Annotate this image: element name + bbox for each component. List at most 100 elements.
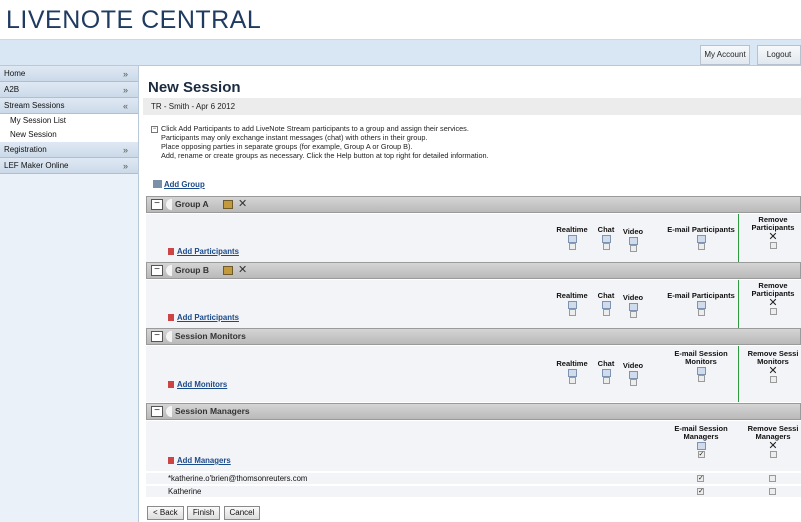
session-managers-header: − Session Managers: [146, 403, 801, 420]
add-participants-link[interactable]: Add Participants: [168, 247, 239, 256]
close-icon: ✕: [768, 440, 778, 452]
table-row: Katherine ✓: [146, 485, 801, 497]
video-checkbox[interactable]: [629, 245, 637, 252]
chat-checkbox[interactable]: [602, 377, 610, 384]
email-checkbox[interactable]: [697, 375, 705, 382]
column-label: Video: [622, 227, 644, 236]
remove-participants-column: Remove Participants ✕: [744, 216, 801, 251]
add-monitors-link[interactable]: Add Monitors: [168, 380, 227, 389]
info-line: Add, rename or create groups as necessar…: [161, 151, 489, 160]
rename-icon[interactable]: [223, 200, 233, 209]
collapse-icon[interactable]: −: [151, 125, 158, 133]
chat-icon: [601, 369, 611, 377]
tab-notch: [166, 265, 172, 276]
chat-column: Chat: [594, 226, 618, 252]
column-label: Managers: [683, 432, 719, 441]
sidebar-item-lef-maker-online[interactable]: LEF Maker Online »: [0, 158, 138, 174]
group-b-body: Realtime Chat Video E-mail Participants …: [146, 280, 801, 328]
column-label: Realtime: [556, 291, 588, 300]
sidebar-item-label: A2B: [4, 85, 20, 94]
document-icon: [567, 369, 577, 377]
chat-icon: [601, 235, 611, 243]
chat-checkbox[interactable]: [602, 309, 610, 316]
sidebar-item-registration[interactable]: Registration »: [0, 142, 138, 158]
chat-checkbox[interactable]: [602, 243, 610, 250]
collapse-icon[interactable]: −: [151, 406, 163, 417]
sidebar-item-label: Stream Sessions: [4, 101, 65, 110]
tab-notch: [166, 331, 172, 342]
finish-button[interactable]: Finish: [186, 506, 221, 520]
video-checkbox[interactable]: [629, 379, 637, 386]
email-checkbox[interactable]: ✓: [697, 488, 704, 495]
chat-column: Chat: [594, 360, 618, 386]
email-participants-column: E-mail Participants: [664, 226, 738, 252]
table-row: *katherine.o'brien@thomsonreuters.com ✓: [146, 472, 801, 484]
manager-name: *katherine.o'brien@thomsonreuters.com: [168, 474, 308, 483]
realtime-checkbox[interactable]: [568, 243, 576, 250]
group-icon: [153, 180, 162, 188]
remove-checkbox[interactable]: [769, 488, 776, 495]
column-separator: [738, 280, 739, 328]
video-column: Video: [620, 294, 646, 320]
sidebar-item-stream-sessions[interactable]: Stream Sessions «: [0, 98, 138, 114]
remove-participants-column: Remove Participants ✕: [744, 282, 801, 317]
group-name: Group A: [175, 199, 209, 209]
session-managers-body: E-mail Session Managers ✓ Remove Sessi Mana…: [146, 421, 801, 471]
video-checkbox[interactable]: [629, 311, 637, 318]
column-label: Monitors: [685, 357, 717, 366]
column-separator: [738, 346, 739, 402]
chevron-up-icon: «: [122, 101, 128, 111]
rename-icon[interactable]: [223, 266, 233, 275]
add-participants-label: Add Participants: [177, 313, 239, 322]
close-icon[interactable]: ✕: [238, 197, 247, 210]
email-checkbox[interactable]: [697, 243, 705, 250]
realtime-column: Realtime: [554, 360, 590, 386]
column-label: Realtime: [556, 225, 588, 234]
my-account-button[interactable]: My Account: [700, 45, 750, 65]
chat-column: Chat: [594, 292, 618, 318]
column-label: Video: [622, 293, 644, 302]
column-label: Realtime: [556, 359, 588, 368]
sidebar-subitem-my-session-list[interactable]: My Session List: [0, 114, 138, 128]
chevron-down-icon: »: [122, 161, 128, 171]
back-button[interactable]: < Back: [147, 506, 184, 520]
section-name: Session Managers: [175, 406, 250, 416]
email-checkbox[interactable]: ✓: [697, 475, 704, 482]
collapse-icon[interactable]: −: [151, 265, 163, 276]
group-a-body: Realtime Chat Video E-mail Participants …: [146, 214, 801, 262]
email-checkbox[interactable]: [697, 309, 705, 316]
remove-checkbox[interactable]: [769, 475, 776, 482]
sidebar-item-label: Registration: [4, 145, 47, 154]
video-column: Video: [620, 228, 646, 254]
remove-checkbox[interactable]: [769, 308, 777, 315]
collapse-icon[interactable]: −: [151, 199, 163, 210]
remove-checkbox[interactable]: [769, 242, 777, 249]
tab-notch: [166, 406, 172, 417]
collapse-icon[interactable]: −: [151, 331, 163, 342]
add-monitors-label: Add Monitors: [177, 380, 228, 389]
add-participants-link[interactable]: Add Participants: [168, 313, 239, 322]
app-header: LIVENOTE CENTRAL: [0, 0, 801, 40]
chevron-down-icon: »: [122, 85, 128, 95]
close-icon[interactable]: ✕: [238, 263, 247, 276]
remove-checkbox[interactable]: [769, 376, 777, 383]
close-icon: ✕: [768, 297, 778, 309]
video-icon: [628, 303, 638, 311]
cancel-button[interactable]: Cancel: [223, 506, 261, 520]
add-managers-link[interactable]: Add Managers: [168, 456, 231, 465]
remove-checkbox[interactable]: [769, 451, 777, 458]
page-title: New Session: [148, 79, 241, 96]
realtime-checkbox[interactable]: [568, 309, 576, 316]
logout-button[interactable]: Logout: [757, 45, 801, 65]
sidebar-item-a2b[interactable]: A2B »: [0, 82, 138, 98]
user-icon: [168, 381, 174, 388]
sidebar-subitem-new-session[interactable]: New Session: [0, 128, 138, 142]
email-participants-column: E-mail Participants: [664, 292, 738, 318]
sidebar-item-home[interactable]: Home »: [0, 66, 138, 82]
email-checkbox[interactable]: ✓: [697, 451, 705, 458]
add-group-link[interactable]: Add Group: [153, 180, 205, 189]
sidebar-item-label: LEF Maker Online: [4, 161, 69, 170]
session-monitors-body: Realtime Chat Video E-mail Session Monito…: [146, 346, 801, 402]
realtime-checkbox[interactable]: [568, 377, 576, 384]
add-managers-label: Add Managers: [177, 456, 231, 465]
